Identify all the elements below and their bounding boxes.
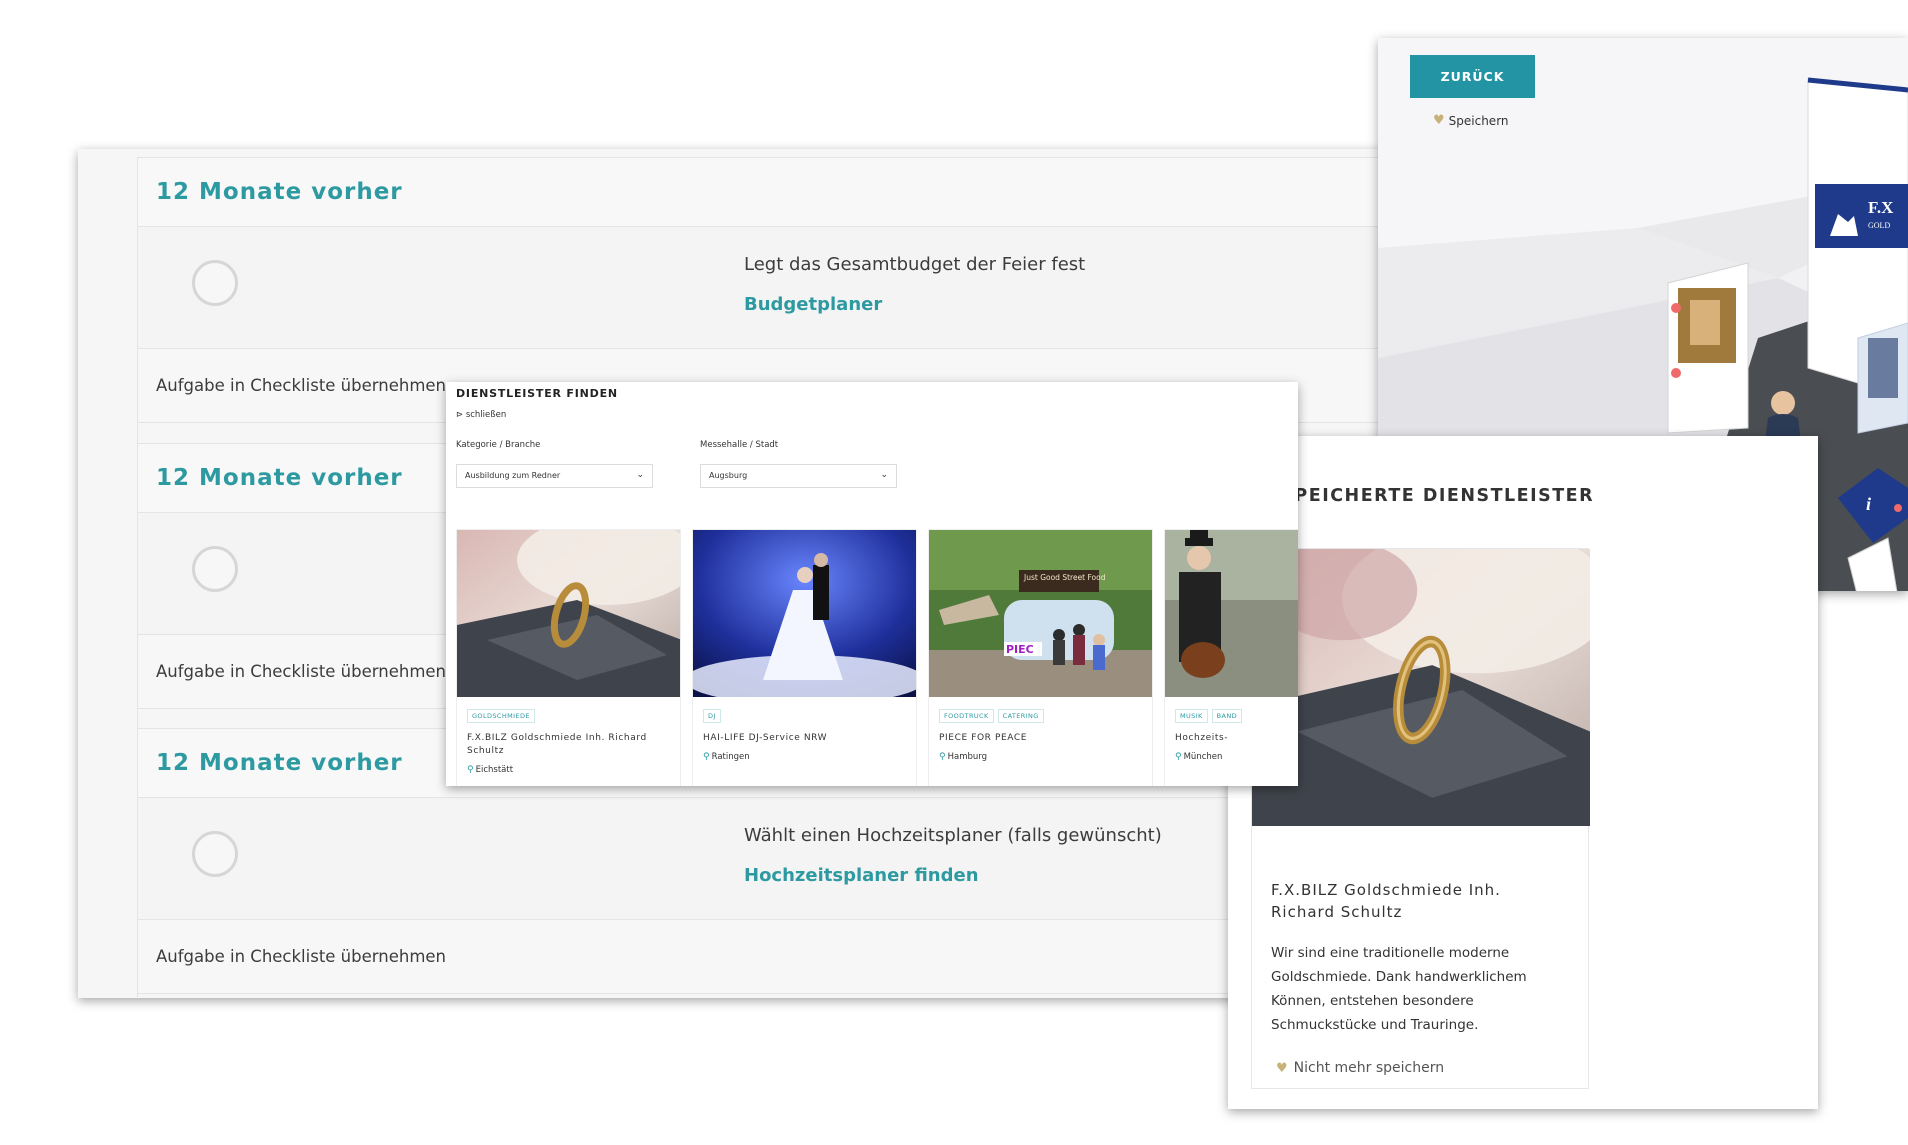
tag[interactable]: MUSIK <box>1175 709 1208 723</box>
dj-dance-photo <box>693 530 916 697</box>
radio-circle-icon[interactable] <box>192 260 238 306</box>
provider-card-musik[interactable]: MUSIK BAND Hochzeits- ⚲ München <box>1164 529 1298 786</box>
chevron-down-icon: ⌄ <box>880 470 888 480</box>
location-pin-icon: ⚲ <box>1175 752 1182 762</box>
truck-brand-text: PIEC <box>1006 643 1034 656</box>
band-photo <box>1165 530 1298 697</box>
ring-photo <box>457 530 680 697</box>
provider-name: PIECE FOR PEACE <box>939 733 1028 743</box>
provider-location: ⚲ Eichstätt <box>467 765 513 775</box>
save-link[interactable]: ♥ Speichern <box>1433 113 1509 128</box>
unsave-button[interactable]: ♥ Nicht mehr speichern <box>1276 1060 1444 1076</box>
provider-name: Hochzeits- <box>1175 733 1229 743</box>
save-label: Speichern <box>1448 113 1509 128</box>
saved-providers-panel: GESPEICHERTE DIENSTLEISTER F.X.BILZ Gold… <box>1228 436 1818 1109</box>
ring-photo <box>1252 549 1590 826</box>
city-label: Messehalle / Stadt <box>700 440 779 450</box>
foodtruck-photo: Just Good Street Food PIEC <box>929 530 1152 697</box>
radio-circle-icon[interactable] <box>192 831 238 877</box>
finder-title: DIENSTLEISTER FINDEN <box>456 387 618 400</box>
add-to-checklist-button[interactable]: Aufgabe in Checkliste übernehmen <box>138 920 1398 994</box>
city-value: Augsburg <box>709 471 748 480</box>
tag-list: DJ <box>703 709 721 723</box>
task-row: Wählt einen Hochzeitsplaner (falls gewün… <box>138 798 1398 920</box>
provider-finder-panel: DIENSTLEISTER FINDEN ⊳ schließen Kategor… <box>446 382 1298 786</box>
section-heading-text: 12 Monate vorher <box>156 465 403 491</box>
location-text: Eichstätt <box>475 765 514 775</box>
booth-logo-sign <box>1815 184 1908 248</box>
city-select[interactable]: Augsburg ⌄ <box>700 464 897 488</box>
radio-circle-icon[interactable] <box>192 546 238 592</box>
section-heading: 12 Monate vorher <box>138 157 1398 227</box>
tag-list: GOLDSCHMIEDE <box>467 709 535 723</box>
hochzeitsplaner-finden-link[interactable]: Hochzeitsplaner finden <box>744 865 979 886</box>
chevron-down-icon: ⌄ <box>636 470 644 480</box>
provider-card-goldschmiede[interactable]: GOLDSCHMIEDE F.X.BILZ Goldschmiede Inh. … <box>456 529 681 786</box>
tag[interactable]: GOLDSCHMIEDE <box>467 709 535 723</box>
task-row: Legt das Gesamtbudget der Feier fest Bud… <box>138 227 1398 349</box>
location-text: Ratingen <box>711 752 750 762</box>
info-icon: i <box>1866 494 1871 514</box>
location-text: Hamburg <box>947 752 987 762</box>
tag[interactable]: CATERING <box>997 709 1044 723</box>
provider-location: ⚲ München <box>1175 752 1222 762</box>
saved-provider-card[interactable]: F.X.BILZ Goldschmiede Inh. Richard Schul… <box>1251 548 1590 1089</box>
unsave-label: Nicht mehr speichern <box>1293 1060 1445 1076</box>
saved-provider-name: F.X.BILZ Goldschmiede Inh. Richard Schul… <box>1271 881 1501 921</box>
provider-name: HAI-LIFE DJ-Service NRW <box>703 733 828 743</box>
tag[interactable]: DJ <box>703 709 721 723</box>
category-select[interactable]: Ausbildung zum Redner ⌄ <box>456 464 653 488</box>
saved-providers-title: GESPEICHERTE DIENSTLEISTER <box>1251 486 1595 506</box>
location-pin-icon: ⚲ <box>939 752 946 762</box>
saved-provider-description: Wir sind eine traditionelle moderne Gold… <box>1271 945 1527 1033</box>
back-button[interactable]: ZURÜCK <box>1410 55 1535 98</box>
provider-card-dj[interactable]: DJ HAI-LIFE DJ-Service NRW ⚲ Ratingen <box>692 529 917 786</box>
task-text: Legt das Gesamtbudget der Feier fest <box>744 254 1086 275</box>
location-text: München <box>1183 752 1223 762</box>
truck-sign-text: Just Good Street Food <box>1023 573 1106 582</box>
task-text: Wählt einen Hochzeitsplaner (falls gewün… <box>744 825 1162 846</box>
section-heading-text: 12 Monate vorher <box>156 179 403 205</box>
booth-logo-subtext: GOLD <box>1868 221 1890 230</box>
tag[interactable]: BAND <box>1211 709 1243 723</box>
provider-card-foodtruck[interactable]: Just Good Street Food PIEC FOODTRUCK CAT… <box>928 529 1153 786</box>
location-pin-icon: ⚲ <box>703 752 710 762</box>
location-pin-icon: ⚲ <box>467 765 474 775</box>
close-link[interactable]: ⊳ schließen <box>456 410 506 420</box>
tag-list: FOODTRUCK CATERING <box>939 709 1044 723</box>
booth-logo-text: F.X <box>1868 198 1894 217</box>
category-value: Ausbildung zum Redner <box>465 471 561 480</box>
section-heading-text: 12 Monate vorher <box>156 750 403 776</box>
close-label: schließen <box>465 410 507 420</box>
provider-name: F.X.BILZ Goldschmiede Inh. Richard Schul… <box>467 733 647 756</box>
budgetplaner-link[interactable]: Budgetplaner <box>744 294 882 315</box>
close-icon: ⊳ <box>456 410 466 420</box>
tag-list: MUSIK BAND <box>1175 709 1243 723</box>
tag[interactable]: FOODTRUCK <box>939 709 994 723</box>
category-label: Kategorie / Branche <box>456 440 541 450</box>
heart-icon: ♥ <box>1276 1060 1288 1076</box>
heart-icon: ♥ <box>1433 113 1445 128</box>
provider-location: ⚲ Ratingen <box>703 752 750 762</box>
provider-location: ⚲ Hamburg <box>939 752 987 762</box>
